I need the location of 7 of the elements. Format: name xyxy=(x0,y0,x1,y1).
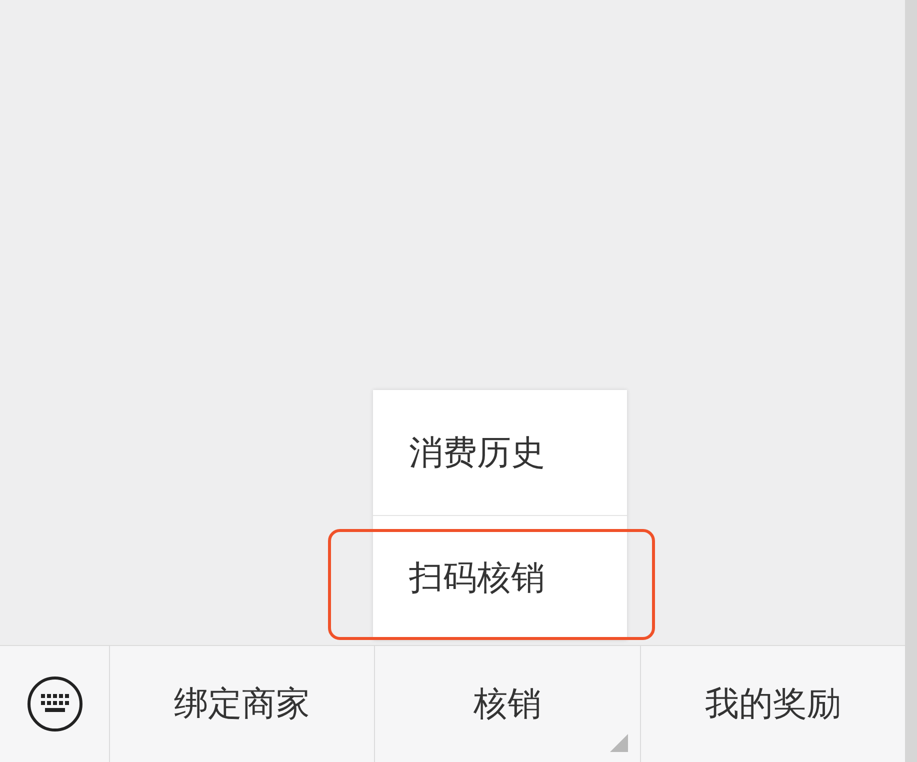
corner-triangle-icon xyxy=(610,734,628,752)
menu-tab[interactable]: 绑定商家 xyxy=(174,687,310,721)
keyboard-icon[interactable] xyxy=(26,675,84,733)
menu-tab[interactable]: 我的奖励 xyxy=(704,687,841,721)
menu-tab[interactable]: 核销 xyxy=(473,687,542,721)
menu-item[interactable]: 扫码核销 xyxy=(409,561,545,595)
menu-item[interactable]: 消费历史 xyxy=(409,436,545,470)
